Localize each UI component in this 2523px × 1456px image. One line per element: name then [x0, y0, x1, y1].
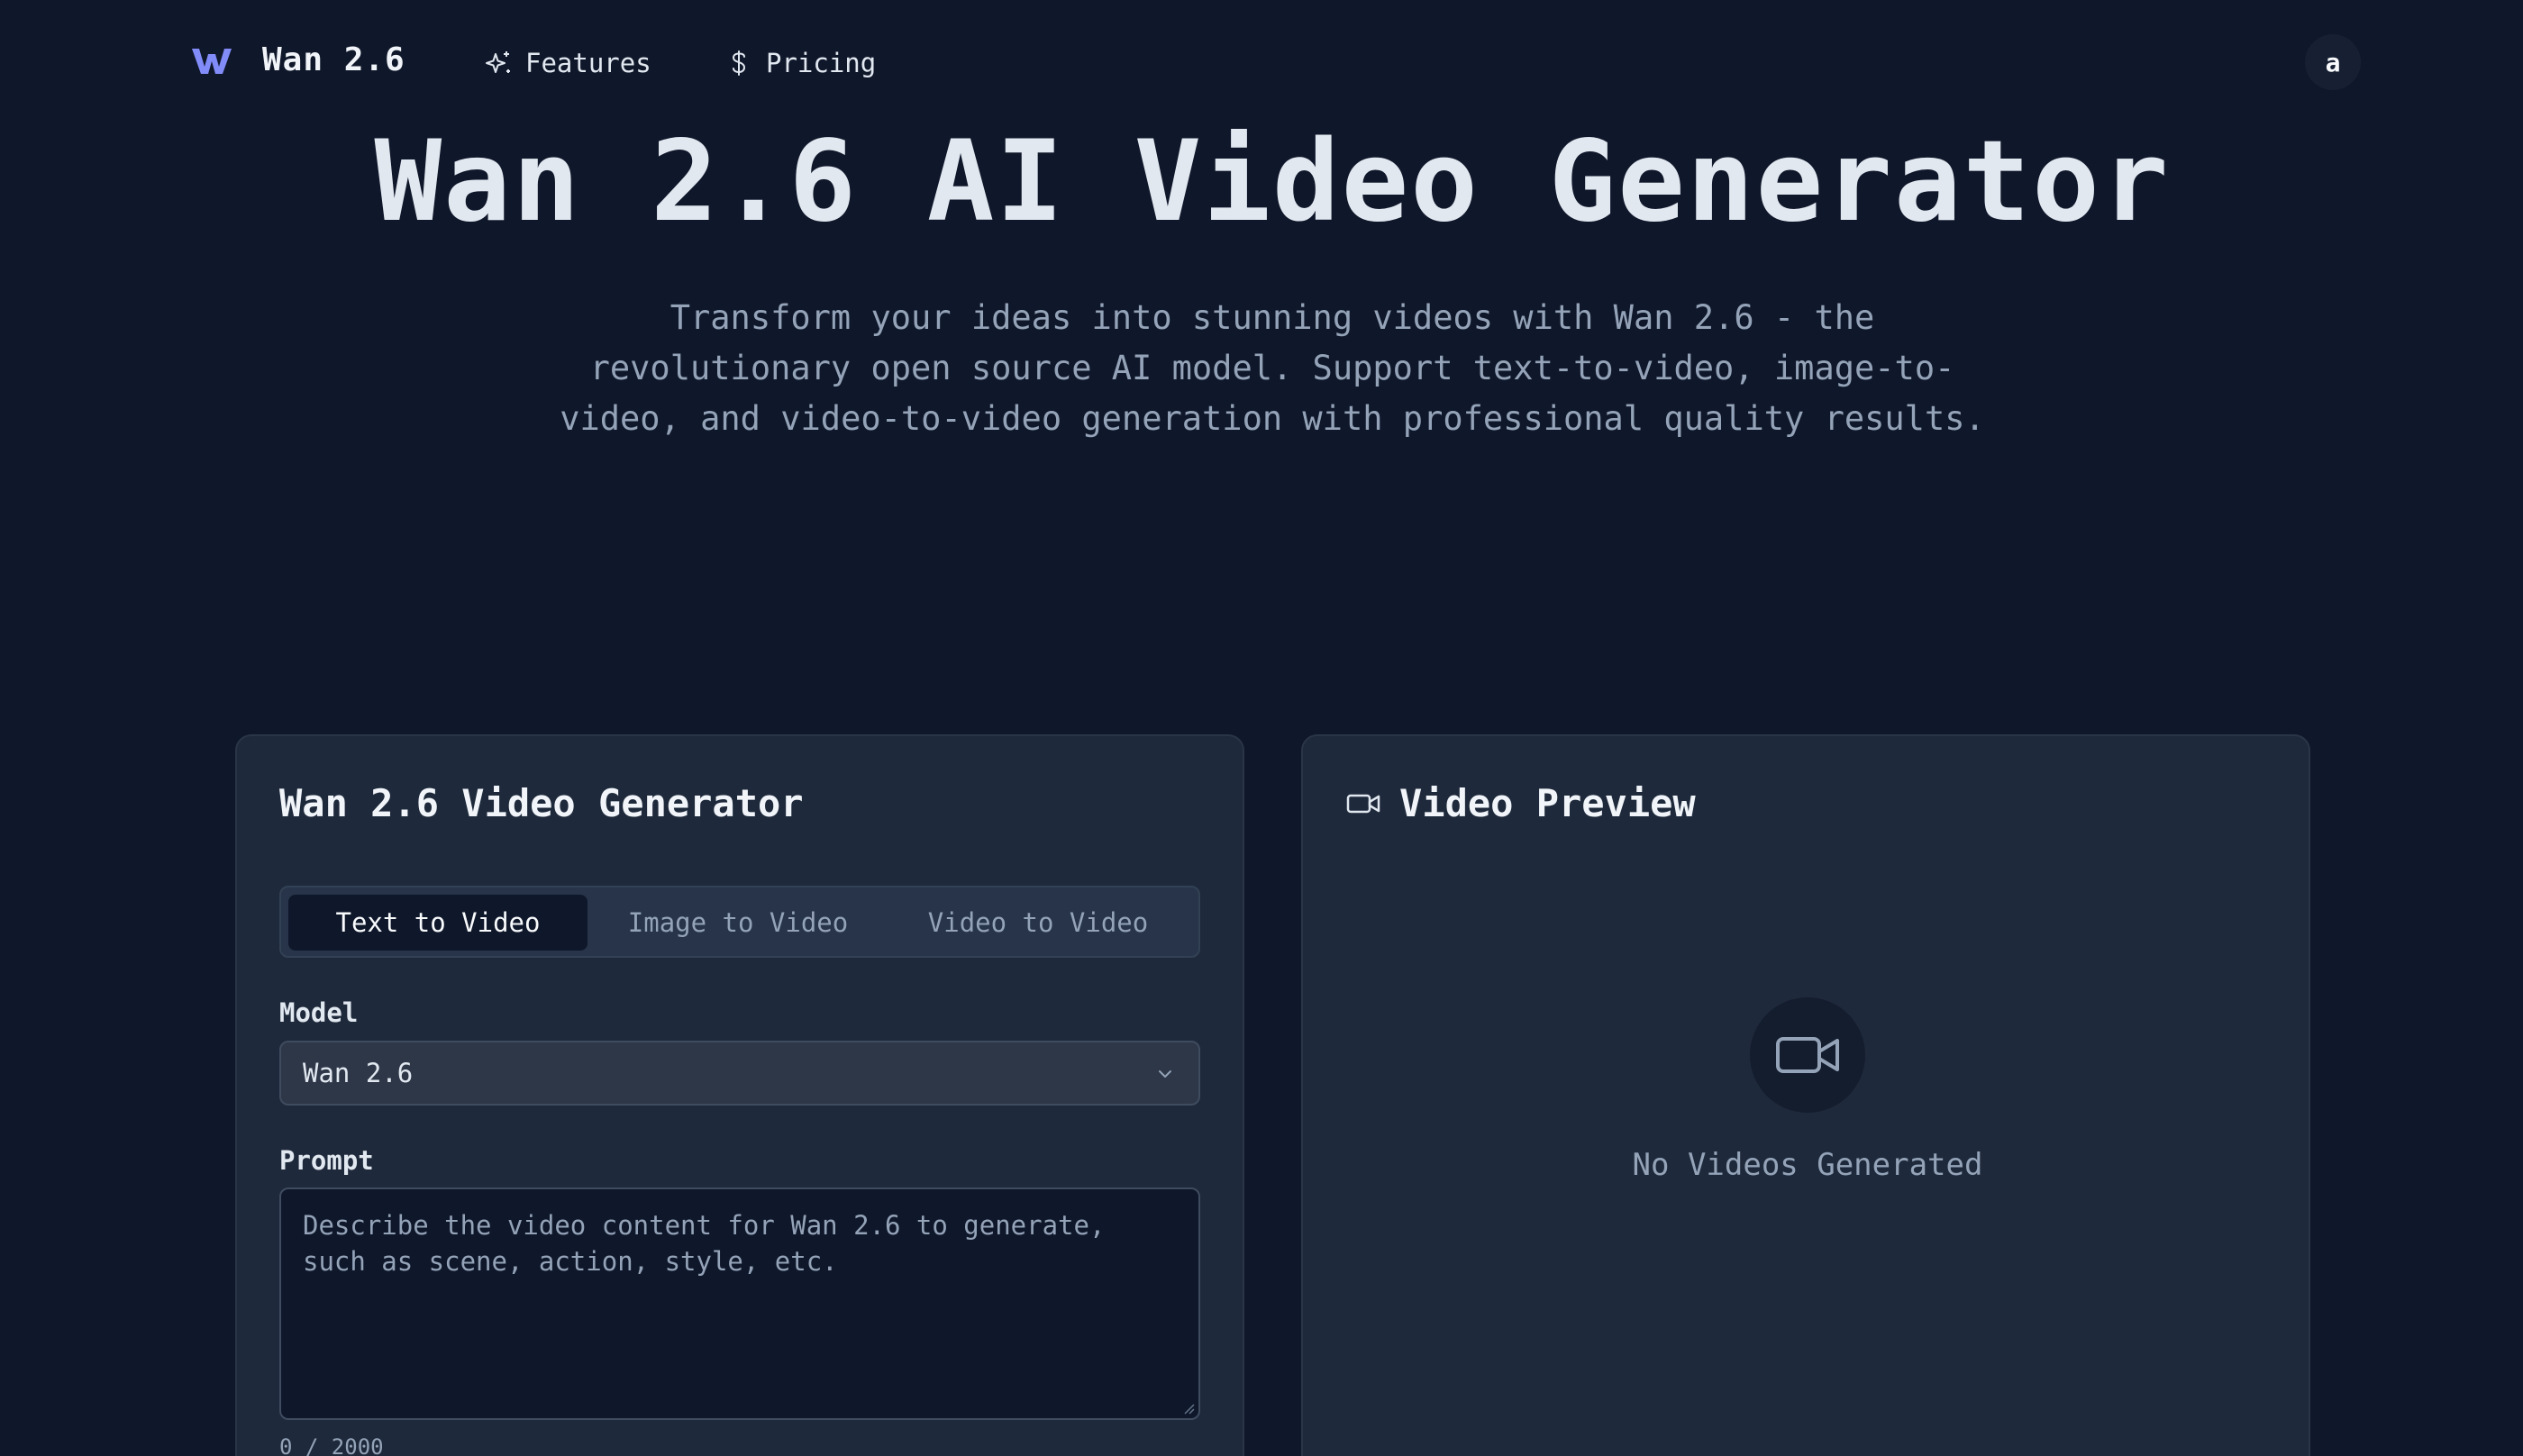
- prompt-placeholder: Describe the video content for Wan 2.6 t…: [303, 1210, 1106, 1277]
- user-avatar[interactable]: a: [2305, 34, 2361, 90]
- empty-state-icon-circle: [1750, 997, 1865, 1113]
- page: Wan 2.6 Features Pricing a Wan 2.6 AI Vi…: [0, 0, 2523, 1456]
- preview-panel: Video Preview No Videos Generated: [1301, 734, 2310, 1456]
- sparkles-icon: [486, 51, 510, 73]
- mode-tabs: Text to Video Image to Video Video to Vi…: [279, 886, 1200, 958]
- dollar-icon: [732, 50, 746, 76]
- prompt-label: Prompt: [279, 1145, 374, 1176]
- model-select-value: Wan 2.6: [303, 1058, 414, 1088]
- brand-name[interactable]: Wan 2.6: [262, 41, 405, 78]
- preview-title: Video Preview: [1345, 781, 1696, 825]
- w-logo-icon[interactable]: [190, 43, 233, 79]
- video-camera-icon: [1346, 794, 1380, 813]
- hero-subtitle: Transform your ideas into stunning video…: [560, 298, 1985, 438]
- model-select[interactable]: Wan 2.6: [279, 1041, 1200, 1106]
- empty-state-text: No Videos Generated: [1632, 1147, 1983, 1183]
- tab-text-to-video[interactable]: Text to Video: [288, 895, 587, 951]
- generator-title: Wan 2.6 Video Generator: [279, 781, 804, 825]
- top-nav: Wan 2.6 Features Pricing a: [0, 0, 2523, 126]
- nav-link-features[interactable]: Features: [484, 45, 651, 81]
- generator-panel: Wan 2.6 Video Generator Text to Video Im…: [235, 734, 1244, 1456]
- tab-image-to-video[interactable]: Image to Video: [588, 895, 888, 951]
- video-camera-icon: [1776, 1037, 1839, 1073]
- nav-link-label: Features: [525, 48, 651, 78]
- generator-title-text: Wan 2.6 Video Generator: [279, 781, 804, 825]
- character-counter: 0 / 2000: [279, 1434, 384, 1456]
- chevron-down-icon: [1159, 1070, 1171, 1078]
- tab-video-to-video[interactable]: Video to Video: [888, 895, 1188, 951]
- resize-handle-icon[interactable]: [1182, 1402, 1195, 1415]
- empty-state: No Videos Generated: [1303, 997, 2312, 1183]
- model-label: Model: [279, 997, 359, 1028]
- prompt-textarea[interactable]: Describe the video content for Wan 2.6 t…: [279, 1188, 1200, 1420]
- nav-link-label: Pricing: [766, 48, 877, 78]
- nav-link-pricing[interactable]: Pricing: [724, 45, 876, 81]
- hero-title: Wan 2.6 AI Video Generator: [374, 117, 2171, 247]
- preview-title-text: Video Preview: [1399, 781, 1696, 825]
